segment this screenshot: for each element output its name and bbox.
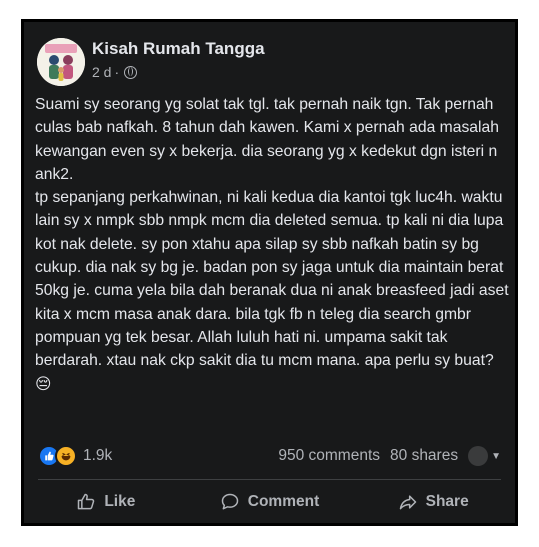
share-button[interactable]: Share — [351, 483, 515, 521]
page-name[interactable]: Kisah Rumah Tangga — [92, 39, 265, 59]
action-bar: Like Comment Share — [24, 483, 515, 521]
share-arrow-icon — [399, 495, 416, 510]
reactions-summary[interactable]: 1.9k — [38, 445, 112, 467]
audience-selector[interactable]: ▼ — [468, 446, 501, 466]
meta-separator: · — [114, 64, 120, 80]
page-avatar[interactable] — [37, 38, 85, 86]
chevron-down-icon: ▼ — [491, 450, 501, 462]
like-label: Like — [104, 493, 136, 510]
globe-icon — [124, 65, 138, 79]
haha-icon — [55, 445, 77, 467]
like-button[interactable]: Like — [24, 483, 188, 521]
post-card: Kisah Rumah Tangga 2 d · Suami sy seoran… — [21, 19, 518, 526]
comment-icon — [221, 493, 239, 510]
reaction-count: 1.9k — [83, 447, 113, 464]
thumbs-up-icon — [78, 493, 95, 510]
shares-count[interactable]: 80 shares — [390, 447, 458, 465]
post-text: Suami sy seorang yg solat tak tgl. tak p… — [35, 96, 509, 393]
engagement-stats: 950 comments 80 shares ▼ — [278, 446, 501, 466]
comment-button[interactable]: Comment — [188, 483, 352, 521]
divider — [38, 479, 501, 480]
comments-count[interactable]: 950 comments — [278, 447, 380, 465]
post-time[interactable]: 2 d — [92, 64, 111, 80]
user-avatar-icon — [468, 446, 489, 466]
share-label: Share — [425, 493, 469, 510]
family-avatar-image — [37, 38, 85, 86]
comment-label: Comment — [247, 493, 320, 510]
post-meta: 2 d · — [92, 64, 138, 80]
